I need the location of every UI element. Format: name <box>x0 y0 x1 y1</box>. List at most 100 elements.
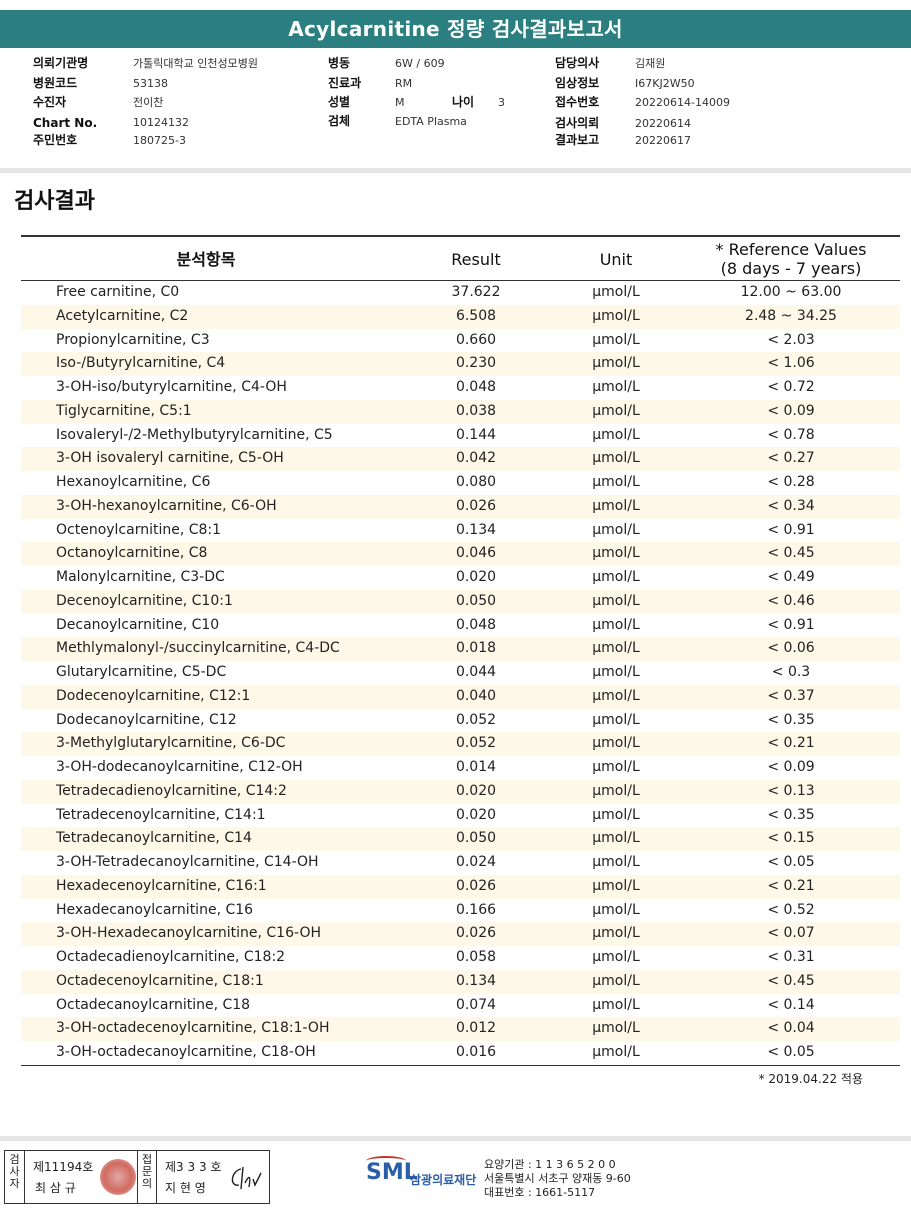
age-value: 3 <box>498 96 505 109</box>
reference-range: < 0.27 <box>767 450 815 467</box>
analyte-name: Octadecadienoylcarnitine, C18:2 <box>56 949 286 965</box>
reference-range: < 0.35 <box>767 711 815 728</box>
unit: μmol/L <box>592 972 640 989</box>
unit: μmol/L <box>592 307 640 324</box>
unit: μmol/L <box>592 521 640 538</box>
result-value: 0.042 <box>455 450 497 467</box>
table-row: Dodecenoylcarnitine, C12:1 0.040 μmol/L < 0… <box>21 684 900 709</box>
table-row: Decanoylcarnitine, C10 0.048 μmol/L < 0.91 <box>21 614 900 638</box>
reference-range: < 0.49 <box>767 569 815 585</box>
analyte-name: Dodecenoylcarnitine, C12:1 <box>56 687 251 704</box>
analyte-name: Decanoylcarnitine, C10 <box>56 616 220 633</box>
analyte-name: 3-OH-octadecenoylcarnitine, C18:1-OH <box>56 1020 330 1037</box>
reference-range: < 0.3 <box>771 664 811 680</box>
result-value: 0.026 <box>455 877 497 894</box>
header-label: 임상정보 <box>555 76 600 90</box>
table-row: Tetradecenoylcarnitine, C14:1 0.020 μmol/L… <box>21 804 900 828</box>
table-row: Tetradecanoylcarnitine, C14 0.050 μmol/L < … <box>21 827 900 851</box>
signature-box: 검사자 제11194호 최 삼 규 접문의 제3 3 3 호 지 현 영 <box>4 1150 270 1204</box>
table-row: 3-OH isovaleryl carnitine, C5-OH 0.042 μmo… <box>21 447 900 471</box>
table-row: Acetylcarnitine, C2 6.508 μmol/L 2.48 ~ 34.… <box>21 304 900 329</box>
unit: μmol/L <box>592 711 640 728</box>
analyte-name: Acetylcarnitine, C2 <box>56 307 189 324</box>
table-row: 3-OH-octadecanoylcarnitine, C18-OH 0.016 μ… <box>21 1041 900 1065</box>
reference-range: 12.00 ~ 63.00 <box>740 284 842 300</box>
header-value: I67KJ2W50 <box>635 77 695 90</box>
table-bottom-rule <box>21 1064 900 1066</box>
reference-header-line1: * Reference Values <box>715 240 867 259</box>
table-row: Tiglycarnitine, C5:1 0.038 μmol/L < 0.09 <box>21 399 900 424</box>
header-value: 180725-3 <box>133 134 186 147</box>
analyte-name: Hexadecanoylcarnitine, C16 <box>56 901 254 918</box>
column-header-result: Result <box>451 249 501 269</box>
reference-range: < 0.91 <box>767 521 815 538</box>
table-row: Octadecadienoylcarnitine, C18:2 0.058 μmol… <box>21 946 900 970</box>
table-row: 3-OH-iso/butyrylcarnitine, C4-OH 0.048 μmo… <box>21 376 900 400</box>
unit: μmol/L <box>592 616 640 633</box>
analyte-name: Hexanoylcarnitine, C6 <box>56 474 211 490</box>
result-value: 0.134 <box>455 521 497 538</box>
org-address: 서울특별시 서초구 양재동 9-60 <box>484 1172 631 1185</box>
result-value: 0.660 <box>455 331 497 348</box>
column-header-unit: Unit <box>599 249 633 269</box>
result-value: 0.044 <box>455 664 497 680</box>
analyte-name: Glutarylcarnitine, C5-DC <box>56 664 227 680</box>
analyte-name: 3-OH-Hexadecanoylcarnitine, C16-OH <box>56 925 321 942</box>
examiner-label: 검사자 <box>5 1151 25 1203</box>
reviewer-label: 접문의 <box>137 1151 157 1203</box>
unit: μmol/L <box>592 569 640 585</box>
analyte-name: 3-OH-Tetradecanoylcarnitine, C14-OH <box>56 854 319 870</box>
unit: μmol/L <box>592 664 640 680</box>
unit: μmol/L <box>592 901 640 918</box>
analyte-name: Methlymalonyl-/succinylcarnitine, C4-DC <box>56 640 340 657</box>
org-contact: 요양기관 : 1 1 3 6 5 2 0 0 서울특별시 서초구 양재동 9-6… <box>484 1158 631 1200</box>
result-value: 0.020 <box>455 569 497 585</box>
result-value: 0.048 <box>455 379 497 395</box>
result-value: 6.508 <box>455 307 497 324</box>
analyte-name: 3-OH-iso/butyrylcarnitine, C4-OH <box>56 379 287 395</box>
analyte-name: 3-OH isovaleryl carnitine, C5-OH <box>56 450 284 467</box>
analyte-name: Decenoylcarnitine, C10:1 <box>56 592 233 609</box>
analyte-name: Tetradecadienoylcarnitine, C14:2 <box>56 782 287 799</box>
reference-range: < 0.15 <box>767 830 815 847</box>
table-row: Hexadecenoylcarnitine, C16:1 0.026 μmol/L <… <box>21 874 900 899</box>
result-value: 0.020 <box>455 782 497 799</box>
reference-range: < 0.31 <box>767 949 815 965</box>
header-value: 가톨릭대학교 인천성모병원 <box>133 57 258 70</box>
results-table: 분석항목 Result Unit * Reference Values (8 d… <box>21 235 900 1066</box>
examiner-number: 제11194호 <box>33 1160 94 1174</box>
table-row: Dodecanoylcarnitine, C12 0.052 μmol/L < 0.3… <box>21 709 900 733</box>
result-value: 0.046 <box>455 545 497 562</box>
result-value: 0.020 <box>455 806 497 823</box>
table-row: Octadecanoylcarnitine, C18 0.074 μmol/L < 0… <box>21 994 900 1018</box>
unit: μmol/L <box>592 854 640 870</box>
header-value: 20220614 <box>635 117 691 130</box>
table-row: Isovaleryl-/2-Methylbutyrylcarnitine, C5… <box>21 424 900 448</box>
reference-range: < 0.13 <box>767 782 815 799</box>
analyte-name: Octadecanoylcarnitine, C18 <box>56 996 251 1013</box>
result-value: 0.038 <box>455 402 497 419</box>
header-label: 결과보고 <box>555 133 600 147</box>
analyte-name: Isovaleryl-/2-Methylbutyrylcarnitine, C5 <box>56 426 333 443</box>
reference-range: < 0.07 <box>767 925 815 942</box>
header-value: M <box>395 96 405 109</box>
table-row: Hexadecanoylcarnitine, C16 0.166 μmol/L < 0… <box>21 899 900 923</box>
reference-range: < 0.04 <box>767 1020 815 1037</box>
reference-range: < 0.21 <box>767 877 815 894</box>
result-value: 0.074 <box>455 996 497 1013</box>
section-title: 검사결과 <box>14 189 95 214</box>
unit: μmol/L <box>592 426 640 443</box>
header-label: 주민번호 <box>33 133 78 147</box>
header-value: 20220617 <box>635 134 691 147</box>
unit: μmol/L <box>592 497 640 514</box>
table-row: 3-OH-octadecenoylcarnitine, C18:1-OH 0.01… <box>21 1017 900 1041</box>
reference-range: < 0.91 <box>767 616 815 633</box>
unit: μmol/L <box>592 331 640 348</box>
sml-logo: SML 삼광의료재단 <box>366 1156 476 1187</box>
table-row: Malonylcarnitine, C3-DC 0.020 μmol/L < 0.49 <box>21 566 900 590</box>
org-phone: 대표번호 : 1661-5117 <box>484 1186 596 1199</box>
analyte-name: Free carnitine, C0 <box>56 284 180 300</box>
analyte-name: 3-Methylglutarylcarnitine, C6-DC <box>56 735 286 752</box>
result-value: 0.026 <box>455 925 497 942</box>
reference-range: < 0.09 <box>767 402 815 419</box>
